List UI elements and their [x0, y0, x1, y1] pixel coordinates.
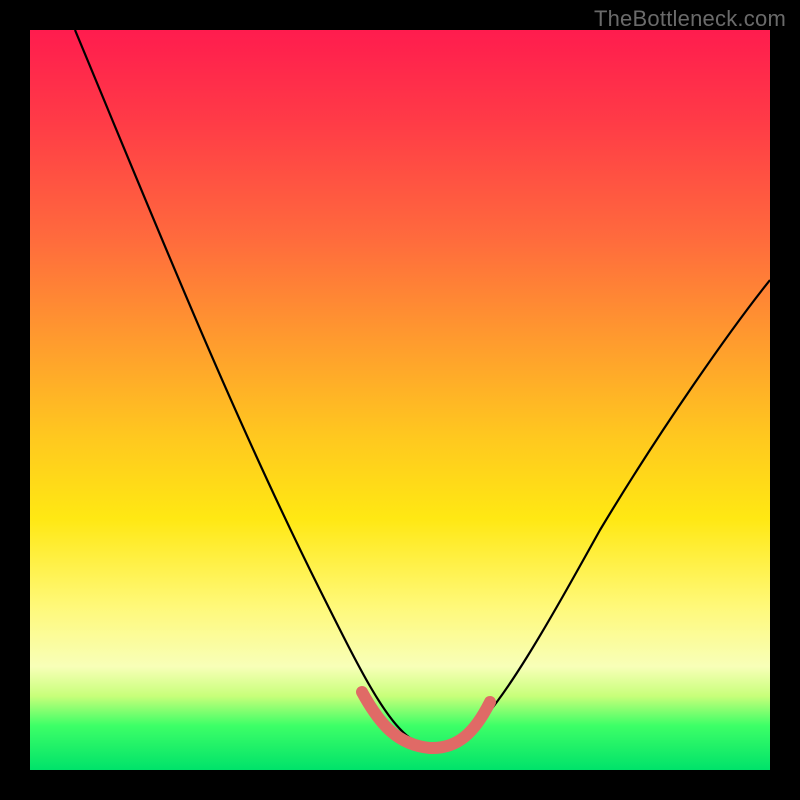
valley-highlight	[362, 692, 490, 748]
watermark: TheBottleneck.com	[594, 6, 786, 32]
main-curve	[75, 30, 770, 744]
curve-layer	[30, 30, 770, 770]
chart-frame	[30, 30, 770, 770]
